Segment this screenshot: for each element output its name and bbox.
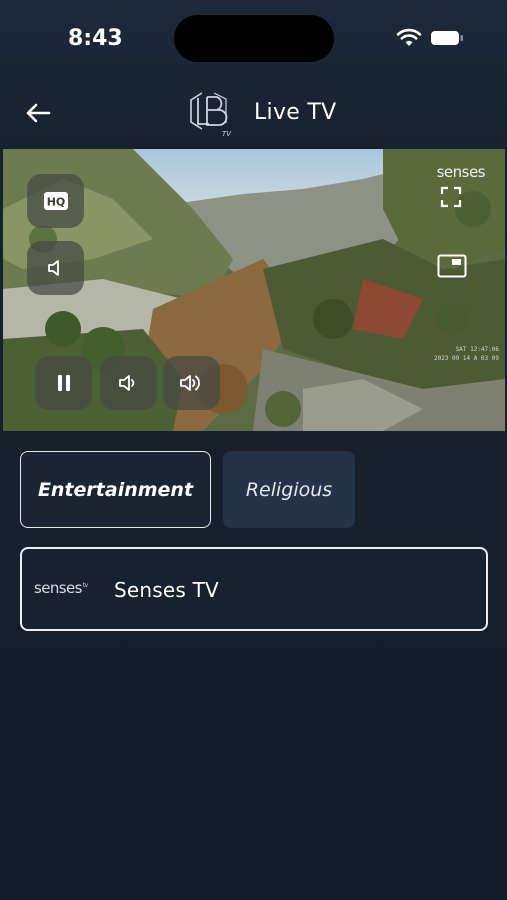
tab-entertainment-label: Entertainment bbox=[37, 478, 194, 501]
video-overlay-text: SAT 12:47:06 2023 09 14 A 03 09 bbox=[434, 345, 499, 363]
pause-button[interactable] bbox=[35, 356, 92, 410]
channel-name: Senses TV bbox=[114, 578, 219, 602]
video-overlay-line1: SAT 12:47:06 bbox=[455, 346, 499, 353]
status-bar: 8:43 bbox=[0, 0, 507, 80]
arrow-left-icon bbox=[26, 103, 51, 123]
tab-entertainment[interactable]: Entertainment bbox=[20, 451, 211, 528]
battery-icon bbox=[431, 31, 463, 45]
pause-icon bbox=[57, 375, 70, 391]
dynamic-island bbox=[174, 15, 334, 62]
hq-icon: HQ bbox=[43, 192, 68, 210]
channel-logo: sensestv bbox=[34, 579, 88, 597]
video-overlay-line2: 2023 09 14 A 03 09 bbox=[433, 355, 499, 362]
picture-in-picture-button[interactable] bbox=[433, 248, 471, 284]
volume-high-icon bbox=[179, 375, 200, 391]
fullscreen-icon bbox=[440, 186, 462, 208]
volume-low-icon bbox=[118, 375, 134, 391]
hq-button[interactable]: HQ bbox=[27, 174, 84, 228]
hq-label: HQ bbox=[46, 196, 65, 209]
volume-up-button[interactable] bbox=[163, 356, 220, 410]
picture-in-picture-icon bbox=[437, 254, 467, 278]
live-tv-screen: 8:43 TV Live TV senses HQ SAT 12:47:06 2… bbox=[0, 0, 507, 900]
tab-religious-label: Religious bbox=[245, 478, 333, 501]
channel-item-senses-tv[interactable]: sensestv Senses TV bbox=[20, 547, 488, 631]
wifi-icon bbox=[396, 28, 422, 46]
status-time: 8:43 bbox=[68, 26, 123, 51]
tab-religious[interactable]: Religious bbox=[223, 451, 355, 528]
back-button[interactable] bbox=[22, 98, 54, 128]
speaker-mute-icon bbox=[47, 260, 59, 276]
channel-logo-text: senses bbox=[34, 579, 82, 597]
video-player[interactable]: senses HQ SAT 12:47:06 2023 09 14 A 03 0… bbox=[3, 149, 505, 431]
app-logo-text: TV bbox=[222, 130, 232, 138]
fullscreen-button[interactable] bbox=[433, 179, 469, 215]
page-title: Live TV bbox=[254, 100, 337, 125]
volume-down-button[interactable] bbox=[100, 356, 157, 410]
header: TV Live TV bbox=[0, 82, 507, 144]
mute-button[interactable] bbox=[27, 241, 84, 295]
app-logo: TV bbox=[190, 92, 232, 138]
channel-logo-suffix: tv bbox=[82, 582, 88, 589]
